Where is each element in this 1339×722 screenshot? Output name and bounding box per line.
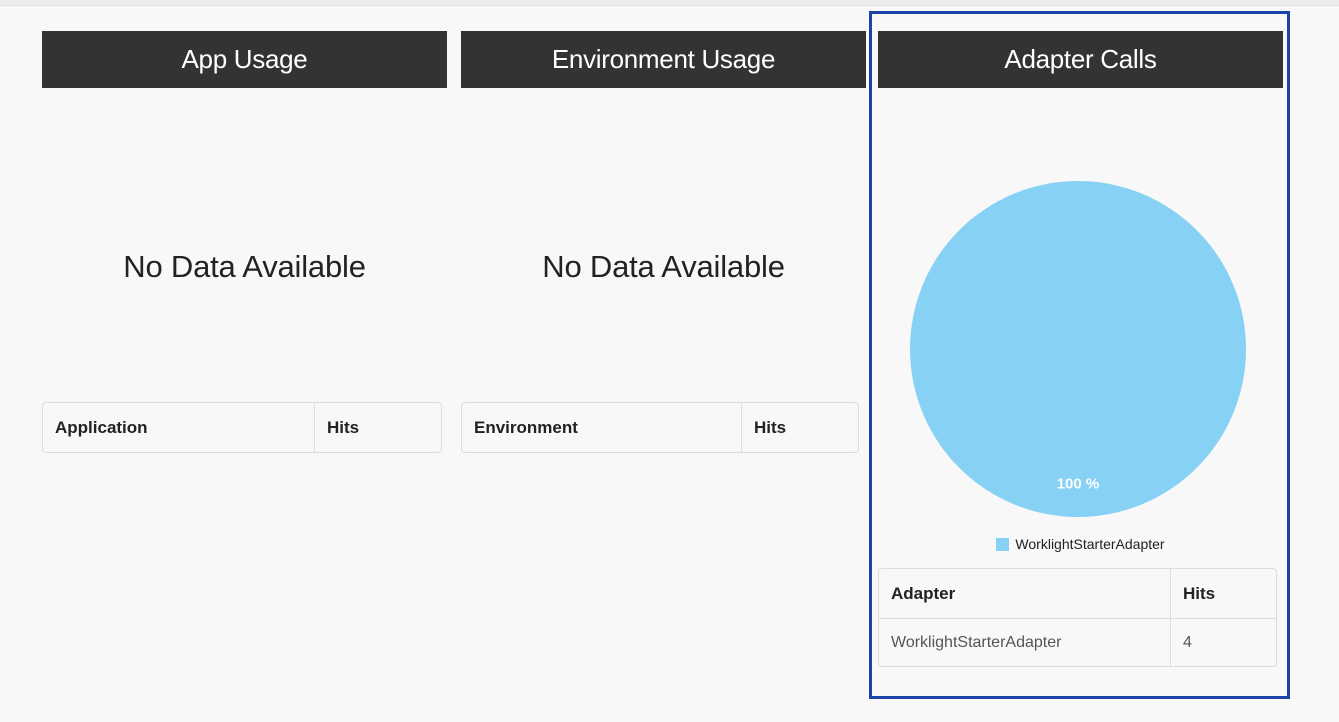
environment-usage-title: Environment Usage — [551, 44, 776, 74]
adapter-calls-pie-chart: 100 % — [910, 181, 1246, 517]
adapter-name-cell: WorklightStarterAdapter — [879, 618, 1170, 666]
app-usage-panel: App Usage No Data Available Application … — [42, 31, 447, 671]
environment-usage-table: Environment Hits — [461, 402, 859, 453]
app-usage-no-data: No Data Available — [123, 249, 366, 284]
table-header-row: Adapter Hits — [879, 569, 1276, 618]
app-usage-title: App Usage — [181, 44, 308, 74]
table-header-row: Environment Hits — [462, 403, 858, 452]
environment-usage-no-data: No Data Available — [542, 249, 785, 284]
app-usage-header: App Usage — [42, 31, 447, 88]
adapter-calls-header: Adapter Calls — [878, 31, 1283, 88]
hits-cell: 4 — [1170, 618, 1276, 666]
environment-usage-header: Environment Usage — [461, 31, 866, 88]
environment-usage-panel: Environment Usage No Data Available Envi… — [461, 31, 866, 671]
top-divider — [0, 0, 1339, 6]
column-header-hits[interactable]: Hits — [314, 403, 441, 452]
app-usage-table: Application Hits — [42, 402, 442, 453]
table-header-row: Application Hits — [43, 403, 441, 452]
column-header-application[interactable]: Application — [43, 403, 314, 452]
chart-legend: WorklightStarterAdapter — [878, 536, 1283, 552]
column-header-hits[interactable]: Hits — [741, 403, 858, 452]
legend-swatch — [996, 537, 1010, 551]
pie-slice[interactable] — [910, 181, 1246, 517]
pie-slice-label: 100 % — [1057, 475, 1100, 492]
column-header-hits[interactable]: Hits — [1170, 569, 1276, 618]
column-header-adapter[interactable]: Adapter — [879, 569, 1170, 618]
column-header-environment[interactable]: Environment — [462, 403, 741, 452]
adapter-calls-table: Adapter Hits WorklightStarterAdapter 4 — [878, 568, 1277, 667]
legend-label[interactable]: WorklightStarterAdapter — [1015, 536, 1164, 552]
table-row[interactable]: WorklightStarterAdapter 4 — [879, 618, 1276, 666]
adapter-calls-panel: Adapter Calls 100 % WorklightStarterAdap… — [878, 31, 1283, 691]
adapter-calls-title: Adapter Calls — [1004, 44, 1157, 74]
